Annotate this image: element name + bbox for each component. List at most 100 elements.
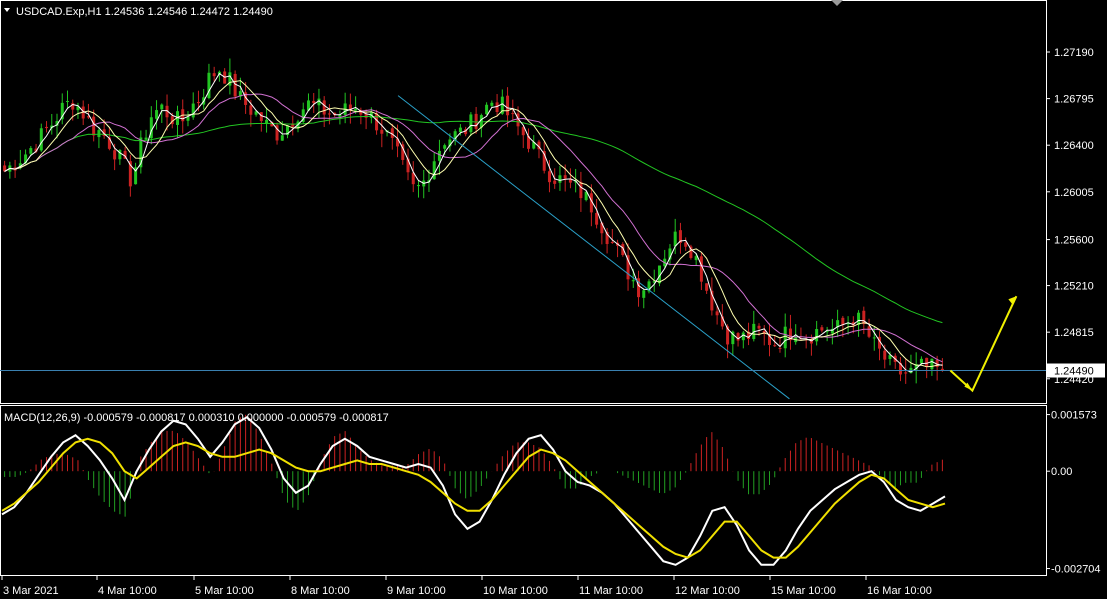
candle-body xyxy=(280,135,284,141)
candle-body xyxy=(778,347,782,349)
candle-body xyxy=(872,337,876,339)
trading-chart[interactable]: 1.27190 1.26795 1.26400 1.26005 1.25600 1.252… xyxy=(0,0,1107,599)
candle-body xyxy=(249,105,253,115)
candle-body xyxy=(705,283,709,291)
chevron-down-icon[interactable] xyxy=(4,8,10,12)
candle-body xyxy=(97,130,101,138)
candle-body xyxy=(233,73,237,97)
candle-body xyxy=(579,181,583,199)
candle-body xyxy=(631,280,635,282)
candle-body xyxy=(610,242,614,244)
candle-body xyxy=(354,108,358,111)
candle-body xyxy=(867,326,871,337)
macd-series xyxy=(1,414,946,566)
signal-line xyxy=(1,437,946,559)
trend-line xyxy=(397,95,790,400)
projection-arrow xyxy=(949,295,1018,393)
time-axis-label: 4 Mar 10:00 xyxy=(98,585,157,597)
candle-body xyxy=(160,104,164,110)
candle-body xyxy=(312,100,316,104)
candle-body xyxy=(265,119,269,124)
candle-body xyxy=(490,102,494,106)
candle-body xyxy=(212,73,216,77)
candle-body xyxy=(45,126,49,129)
candle-body xyxy=(375,113,379,131)
candle-body xyxy=(553,180,557,184)
symbol-header: USDCAD.Exp,H1 1.24536 1.24546 1.24472 1.… xyxy=(16,6,273,18)
candle-body xyxy=(186,116,190,121)
macd-line xyxy=(1,415,946,566)
candle-body xyxy=(815,328,819,342)
candle-body xyxy=(155,110,159,119)
candle-body xyxy=(196,101,200,104)
time-axis-label: 15 Mar 10:00 xyxy=(771,585,836,597)
candle-body xyxy=(925,357,929,367)
candle-body xyxy=(191,103,195,118)
candle-body xyxy=(322,100,326,115)
time-axis-label: 16 Mar 10:00 xyxy=(867,585,932,597)
macd-label: MACD(12,26,9) -0.000579 -0.000817 0.0003… xyxy=(4,412,389,424)
price-axis-label: 1.25210 xyxy=(1054,281,1094,293)
time-axis-label: 10 Mar 10:00 xyxy=(483,585,548,597)
candle-body xyxy=(757,325,761,329)
candle-body xyxy=(207,72,211,99)
candle-body xyxy=(563,175,567,179)
candle-body xyxy=(458,127,462,133)
candle-body xyxy=(65,101,69,103)
candle-body xyxy=(327,113,331,115)
price-axis-label: 1.26795 xyxy=(1054,94,1094,106)
price-panel-frame xyxy=(0,0,1047,404)
ma-long-line xyxy=(4,115,943,324)
candle-body xyxy=(930,358,934,370)
price-axis-label: 1.26005 xyxy=(1054,187,1094,199)
candle-body xyxy=(919,358,923,364)
time-axis-label: 3 Mar 2021 xyxy=(3,585,59,597)
time-axis-label: 5 Mar 10:00 xyxy=(195,585,254,597)
scroll-marker-icon[interactable] xyxy=(831,0,843,6)
candle-body xyxy=(699,256,703,282)
candle-body xyxy=(474,113,478,129)
candle-body xyxy=(432,161,436,180)
price-axis-label: 1.27190 xyxy=(1054,47,1094,59)
candle-body xyxy=(820,327,824,331)
candle-body xyxy=(92,116,96,136)
candle-body xyxy=(783,326,787,349)
price-axis-label: 1.26400 xyxy=(1054,140,1094,152)
candle-body xyxy=(29,148,33,154)
price-axis-label: 1.24815 xyxy=(1054,327,1094,339)
ma-mid-line xyxy=(4,80,943,368)
price-axis-label: 1.25600 xyxy=(1054,235,1094,247)
candle-body xyxy=(469,114,473,133)
time-axis-label: 12 Mar 10:00 xyxy=(675,585,740,597)
macd-axis-label: -0.002704 xyxy=(1051,564,1101,576)
candle-body xyxy=(144,137,148,140)
candle-body xyxy=(506,95,510,116)
macd-axis-label: 0.00 xyxy=(1051,466,1072,478)
price-series xyxy=(0,58,1046,400)
candle-body xyxy=(416,185,420,187)
candle-body xyxy=(259,112,263,122)
time-axis-label: 8 Mar 10:00 xyxy=(291,585,350,597)
candle-body xyxy=(558,175,562,183)
candle-body xyxy=(595,212,599,225)
candle-body xyxy=(715,311,719,316)
candle-body xyxy=(547,171,551,183)
candle-body xyxy=(773,345,777,347)
candle-body xyxy=(113,150,117,160)
candle-body xyxy=(380,129,384,134)
candle-body xyxy=(443,145,447,149)
macd-axis-label: 0.001573 xyxy=(1051,410,1097,422)
candle-body xyxy=(437,150,441,161)
time-axis-label: 11 Mar 10:00 xyxy=(579,585,643,597)
ma-slow-line xyxy=(4,93,943,363)
candle-body xyxy=(673,231,677,247)
current-price-label: 1.24490 xyxy=(1054,366,1094,378)
candle-body xyxy=(485,104,489,115)
candle-body xyxy=(883,350,887,360)
candle-body xyxy=(511,113,515,115)
candle-body xyxy=(904,372,908,374)
time-axis-label: 9 Mar 10:00 xyxy=(387,585,446,597)
candle-body xyxy=(642,290,646,298)
candle-body xyxy=(39,128,43,151)
ma-fast-line xyxy=(4,72,943,373)
